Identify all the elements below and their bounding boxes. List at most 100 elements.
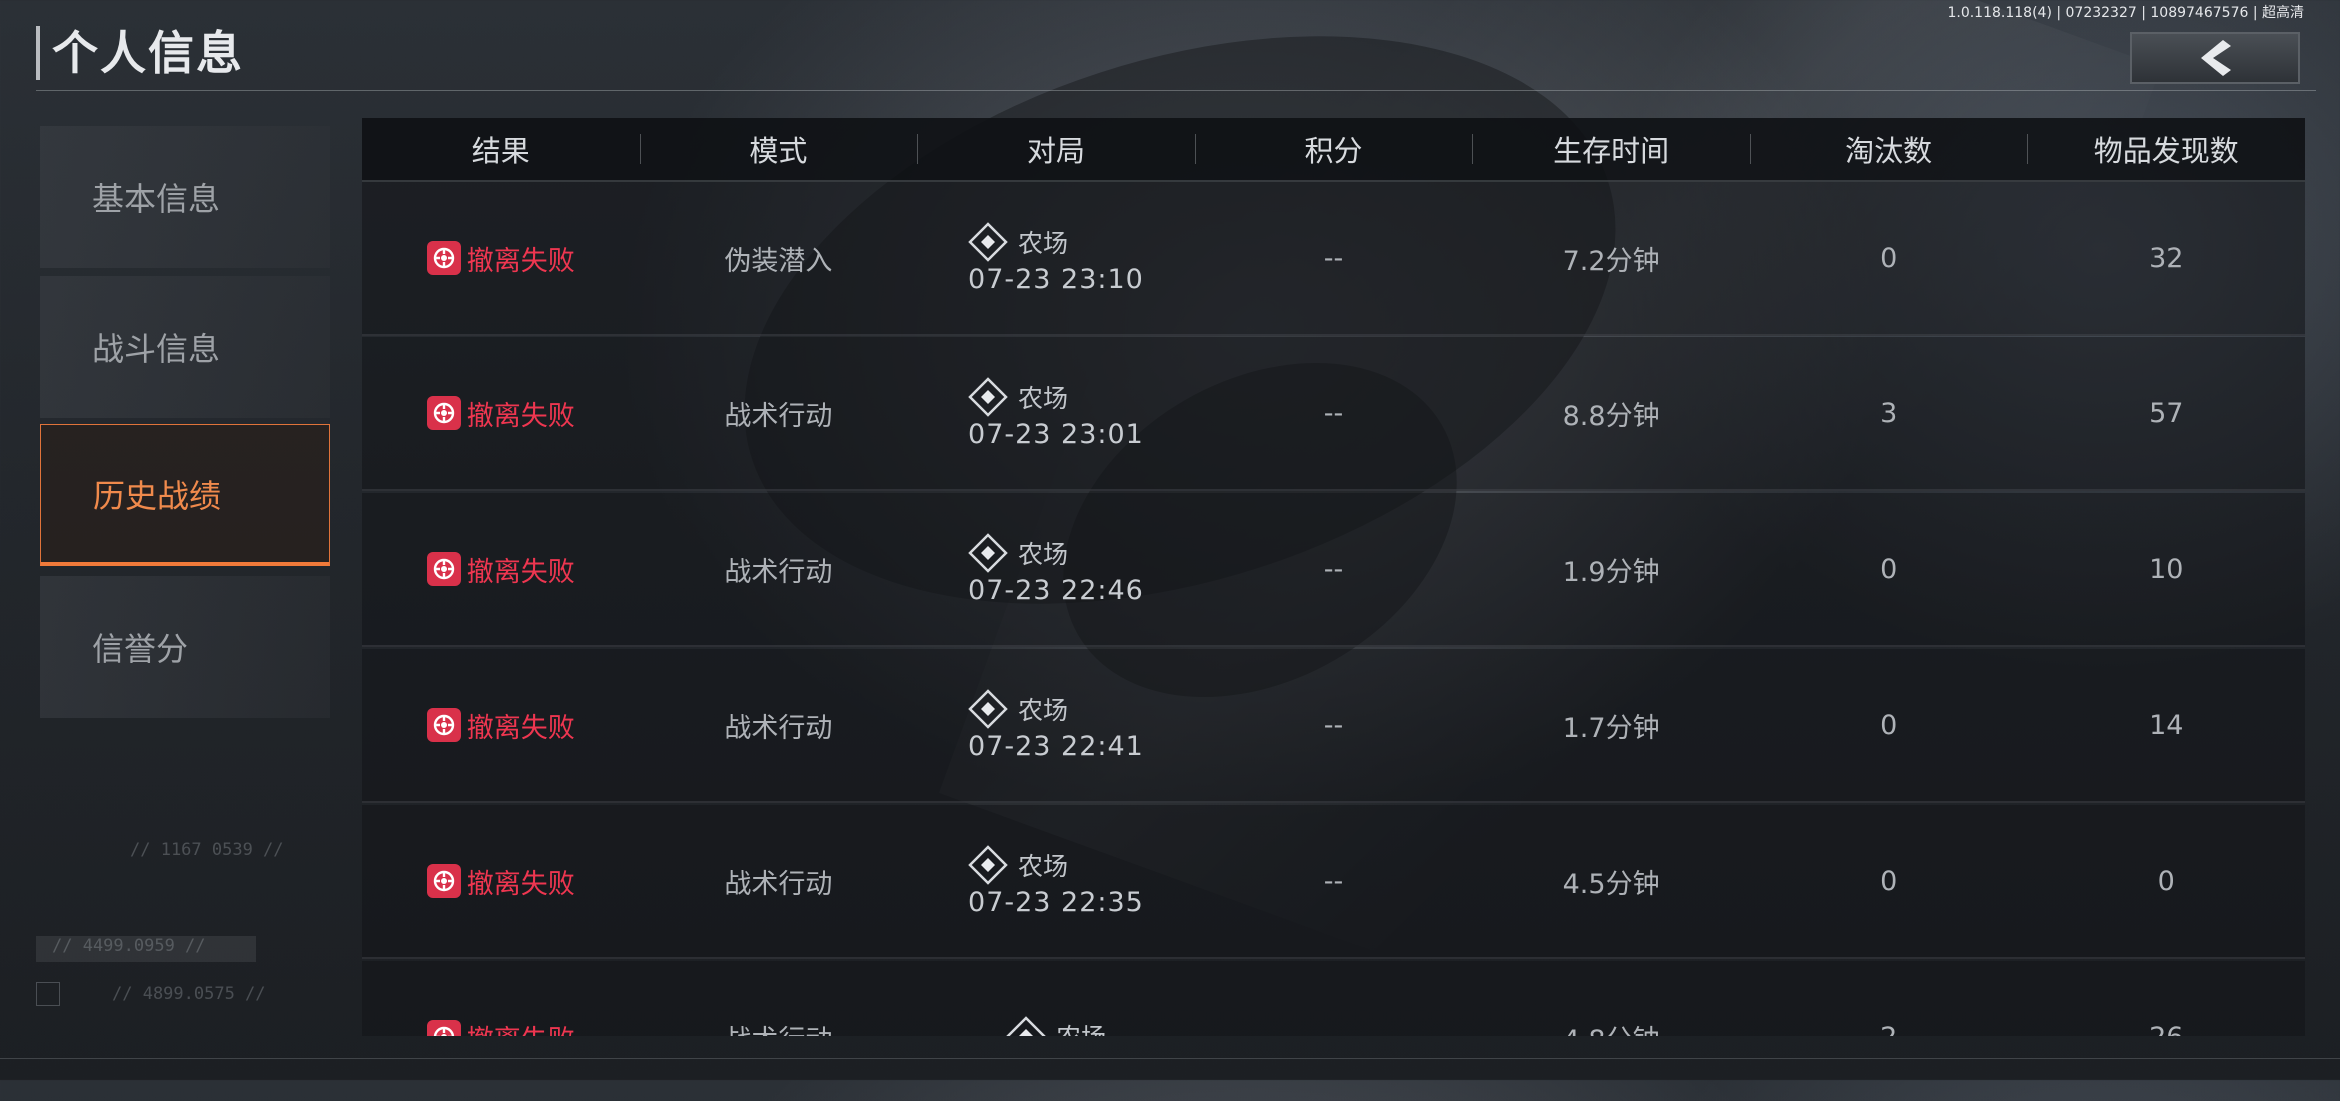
- table-row[interactable]: 撤离失败 战术行动 农场 07-23 22:46 -- 1.9分钟 0 10: [362, 493, 2305, 647]
- page-title-bar: 个人信息: [36, 26, 244, 80]
- sidebar-item-label: 信誉分: [92, 630, 189, 668]
- result-cell: 撤离失败: [426, 1018, 575, 1037]
- extraction-fail-icon: [426, 864, 461, 898]
- extraction-fail-icon: [426, 708, 461, 742]
- map-name: 农场: [1018, 695, 1069, 725]
- table-row[interactable]: 撤离失败 战术行动 农场 07-23 22:35 -- 4.5分钟 0 0: [362, 805, 2305, 959]
- match-time: 07-23 23:10: [968, 263, 1144, 295]
- score-cell: --: [1323, 553, 1344, 585]
- kills-cell: 0: [1880, 709, 1898, 741]
- result-text: 撤离失败: [466, 400, 575, 432]
- map-name: 农场: [1018, 851, 1069, 881]
- column-header-items-found: 物品发现数: [2027, 118, 2305, 180]
- map-diamond-icon: [968, 532, 1008, 573]
- map-diamond-icon: [968, 221, 1008, 262]
- result-cell: 撤离失败: [426, 706, 575, 745]
- map-diamond-icon: [968, 844, 1008, 885]
- match-cell: 农场 07-23 23:01: [968, 376, 1144, 450]
- column-header-kills: 淘汰数: [1749, 118, 2028, 180]
- mode-cell: 战术行动: [724, 400, 833, 432]
- table-row[interactable]: 撤离失败 战术行动 农场 07-23 23:01 -- 8.8分钟 3 57: [362, 337, 2305, 491]
- table-row[interactable]: 撤离失败 战术行动 农场 4.8分钟 2 26: [362, 961, 2305, 1036]
- match-time: 07-23 22:46: [968, 574, 1144, 606]
- result-text: 撤离失败: [467, 1018, 575, 1037]
- sidebar-item-battle-info[interactable]: 战斗信息: [40, 276, 330, 418]
- survival-time-cell: 1.7分钟: [1562, 712, 1660, 744]
- decorative-square-icon: [36, 982, 60, 1006]
- kills-cell: 2: [1750, 961, 2028, 1037]
- kills-cell: 0: [1880, 242, 1898, 274]
- sidebar-item-basic-info[interactable]: 基本信息: [40, 126, 330, 268]
- sidebar-item-history[interactable]: 历史战绩: [40, 424, 330, 566]
- sidebar-item-label: 基本信息: [92, 180, 221, 218]
- items-found-cell: 10: [2149, 553, 2184, 585]
- match-cell: 农场 07-23 22:46: [968, 532, 1144, 606]
- extraction-fail-icon: [426, 552, 461, 586]
- map-name: 农场: [1018, 383, 1069, 413]
- result-cell: 撤离失败: [426, 394, 575, 433]
- match-time: 07-23 22:41: [968, 730, 1144, 762]
- column-header-survival-time: 生存时间: [1472, 118, 1750, 180]
- map-name: 农场: [1018, 539, 1069, 569]
- result-text: 撤离失败: [466, 868, 575, 900]
- survival-time-cell: 4.8分钟: [1472, 961, 1750, 1037]
- build-info-text: 1.0.118.118(4) | 07232327 | 10897467576 …: [1947, 5, 2304, 21]
- extraction-fail-icon: [426, 241, 461, 275]
- history-table: 结果 模式 对局 积分 生存时间 淘汰数 物品发现数 撤离失败 伪装潜入 农场 …: [362, 118, 2305, 1036]
- score-cell: --: [1323, 709, 1344, 741]
- decorative-coordinates: // 4899.0575 //: [112, 984, 266, 1004]
- mode-cell: 伪装潜入: [724, 245, 833, 277]
- result-cell: 撤离失败: [426, 550, 575, 589]
- score-cell: --: [1323, 242, 1344, 274]
- survival-time-cell: 7.2分钟: [1562, 245, 1660, 277]
- sidebar-item-credit-score[interactable]: 信誉分: [40, 576, 330, 718]
- mode-cell: 战术行动: [724, 556, 833, 588]
- page-title: 个人信息: [52, 26, 244, 80]
- column-header-mode: 模式: [639, 118, 918, 180]
- map-diamond-icon: [968, 376, 1008, 417]
- result-cell: 撤离失败: [426, 862, 575, 901]
- match-cell: 农场: [1006, 1016, 1106, 1036]
- mode-cell: 战术行动: [724, 712, 833, 744]
- table-row[interactable]: 撤离失败 伪装潜入 农场 07-23 23:10 -- 7.2分钟 0 32: [362, 182, 2305, 336]
- kills-cell: 0: [1880, 553, 1898, 585]
- mode-cell: 战术行动: [724, 868, 833, 900]
- column-header-match: 对局: [917, 118, 1195, 180]
- map-diamond-icon: [1006, 1016, 1046, 1036]
- survival-time-cell: 8.8分钟: [1562, 400, 1660, 432]
- items-found-cell: 57: [2149, 397, 2184, 429]
- column-header-score: 积分: [1194, 118, 1473, 180]
- sidebar-item-label: 历史战绩: [93, 476, 222, 515]
- items-found-cell: 32: [2149, 242, 2184, 274]
- score-cell: [1195, 961, 1473, 1036]
- result-text: 撤离失败: [466, 712, 575, 744]
- result-text: 撤离失败: [466, 245, 575, 277]
- chevron-left-icon: [2201, 40, 2231, 76]
- column-header-result: 结果: [471, 134, 530, 168]
- decorative-coordinates: // 4499.0959 //: [36, 936, 256, 962]
- kills-cell: 0: [1880, 865, 1898, 897]
- items-found-cell: 26: [2027, 961, 2305, 1037]
- match-time: 07-23 23:01: [968, 418, 1144, 450]
- header-divider: [36, 90, 2316, 91]
- items-found-cell: 14: [2149, 709, 2184, 741]
- decorative-coordinates: // 1167 0539 //: [130, 840, 284, 860]
- score-cell: --: [1323, 865, 1344, 897]
- map-name: 农场: [1018, 228, 1069, 258]
- sidebar-item-label: 战斗信息: [92, 330, 221, 368]
- map-name: 农场: [1056, 1018, 1106, 1036]
- extraction-fail-icon: [426, 1020, 461, 1036]
- match-cell: 农场 07-23 23:10: [968, 221, 1144, 295]
- match-cell: 农场 07-23 22:35: [968, 844, 1144, 918]
- back-button[interactable]: [2130, 32, 2300, 84]
- mode-cell: 战术行动: [640, 961, 918, 1037]
- items-found-cell: 0: [2157, 865, 2175, 897]
- survival-time-cell: 1.9分钟: [1562, 556, 1660, 588]
- kills-cell: 3: [1880, 397, 1898, 429]
- match-time: 07-23 22:35: [968, 886, 1144, 918]
- map-diamond-icon: [968, 688, 1008, 729]
- bottom-divider: [0, 1058, 2340, 1059]
- match-cell: 农场 07-23 22:41: [968, 688, 1144, 762]
- result-cell: 撤离失败: [426, 239, 575, 278]
- table-row[interactable]: 撤离失败 战术行动 农场 07-23 22:41 -- 1.7分钟 0 14: [362, 649, 2305, 803]
